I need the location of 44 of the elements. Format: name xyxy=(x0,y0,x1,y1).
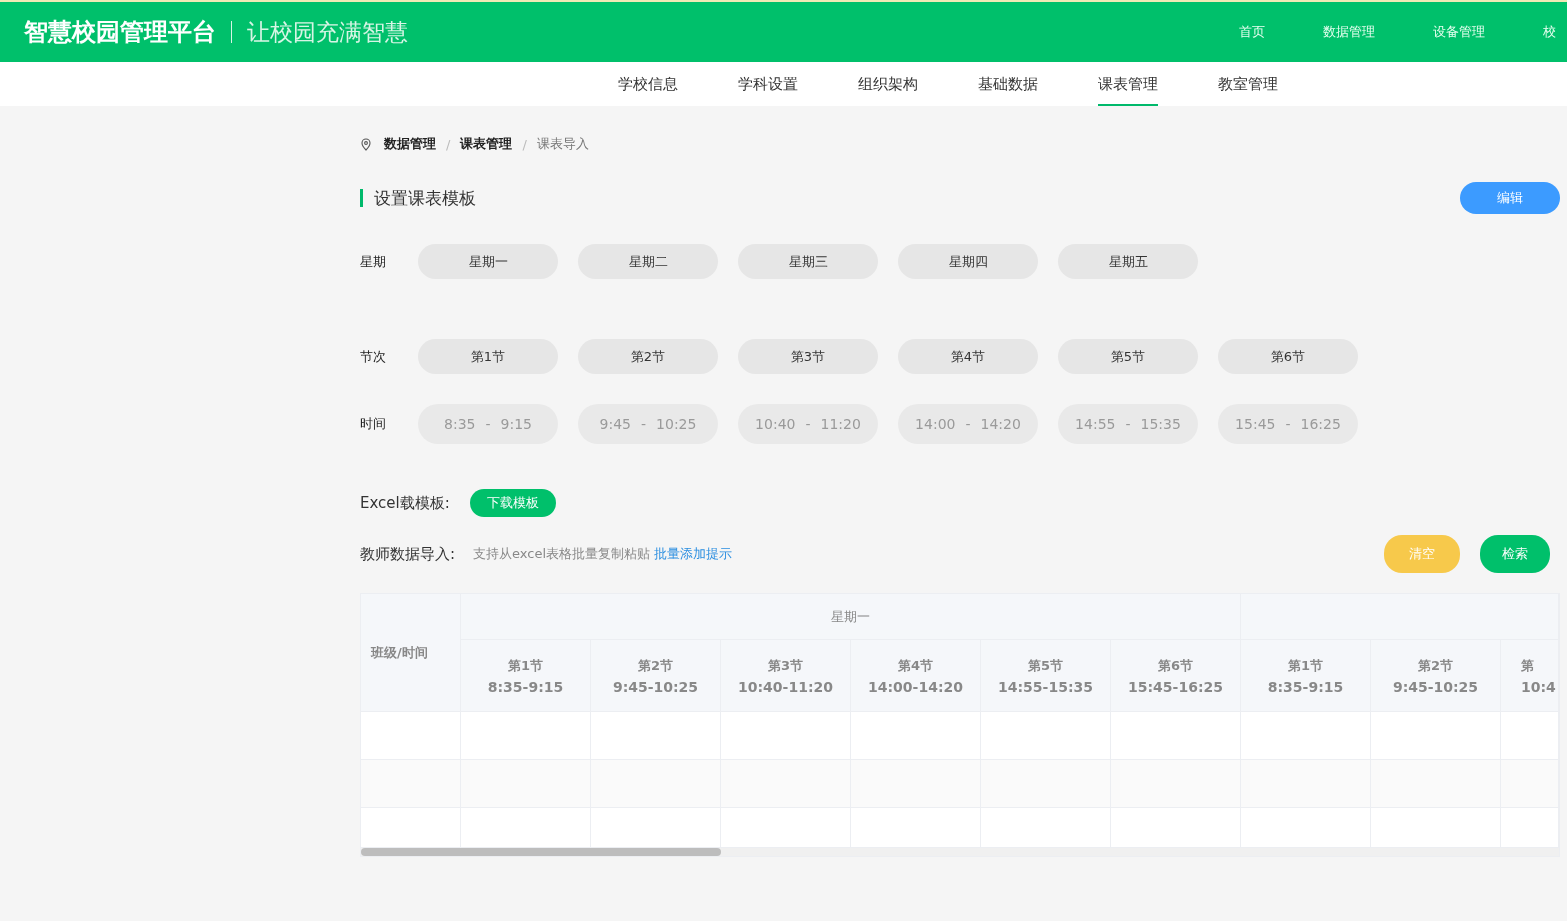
table-header-cell: 第5节 14:55-15:35 xyxy=(981,640,1111,712)
table-header-cell: 第6节 15:45-16:25 xyxy=(1111,640,1241,712)
breadcrumb-link[interactable]: 课表导入 xyxy=(536,135,589,153)
excel-label: Excel载模板: xyxy=(360,493,450,513)
table-header-cell: 第2节 9:45-10:25 xyxy=(591,640,721,712)
table-group-header: 星期一 xyxy=(461,594,1241,640)
row-label: 时间 xyxy=(360,415,387,433)
breadcrumb-link[interactable]: 课表管理 xyxy=(460,135,513,153)
table-header-cell: 第2节 9:45-10:25 xyxy=(1371,640,1501,712)
tab[interactable]: 学校信息 xyxy=(618,62,678,106)
tab[interactable]: 组织架构 xyxy=(858,62,918,106)
weekday-chip[interactable]: 星期二 xyxy=(578,244,718,279)
app-slogan: 让校园充满智慧 xyxy=(247,17,408,47)
section-title: 设置课表模板 xyxy=(360,189,476,207)
period-chip[interactable]: 第5节 xyxy=(1058,339,1198,374)
table-header-cell: 班级/时间 xyxy=(361,594,461,712)
period-chip[interactable]: 第3节 xyxy=(738,339,878,374)
weekday-chip[interactable]: 星期四 xyxy=(898,244,1038,279)
app-title: 智慧校园管理平台 xyxy=(24,17,216,48)
period-chip[interactable]: 第6节 xyxy=(1218,339,1358,374)
row-label: 星期 xyxy=(360,252,387,271)
tab[interactable]: 基础数据 xyxy=(978,62,1038,106)
period-chip[interactable]: 第2节 xyxy=(578,339,718,374)
breadcrumb-link[interactable]: 数据管理 xyxy=(384,135,436,153)
row-label: 节次 xyxy=(360,347,387,366)
tab[interactable]: 学科设置 xyxy=(738,62,798,106)
import-label: 教师数据导入: xyxy=(360,544,456,564)
weekday-chip[interactable]: 星期五 xyxy=(1058,244,1198,279)
horizontal-scrollbar[interactable] xyxy=(361,848,1559,856)
import-hint: 支持从excel表格批量复制粘贴 xyxy=(473,545,651,563)
breadcrumb-separator: / xyxy=(522,136,527,152)
tab[interactable]: 课表管理 xyxy=(1098,62,1158,106)
tab[interactable]: 教室管理 xyxy=(1218,62,1278,106)
weekday-chip[interactable]: 星期三 xyxy=(738,244,878,279)
weekday-chip[interactable]: 星期一 xyxy=(418,244,558,279)
table-header-cell: 第 10:4 xyxy=(1501,640,1559,712)
period-chip[interactable]: 第1节 xyxy=(418,339,558,374)
location-pin-icon xyxy=(360,137,372,151)
period-chip[interactable]: 第4节 xyxy=(898,339,1038,374)
table-header-cell: 第1节 8:35-9:15 xyxy=(461,640,591,712)
breadcrumb-separator: / xyxy=(446,136,451,152)
table-header-cell: 第4节 14:00-14:20 xyxy=(851,640,981,712)
table-header-cell: 第3节 10:40-11:20 xyxy=(721,640,851,712)
table-header-cell: 第1节 8:35-9:15 xyxy=(1241,640,1371,712)
